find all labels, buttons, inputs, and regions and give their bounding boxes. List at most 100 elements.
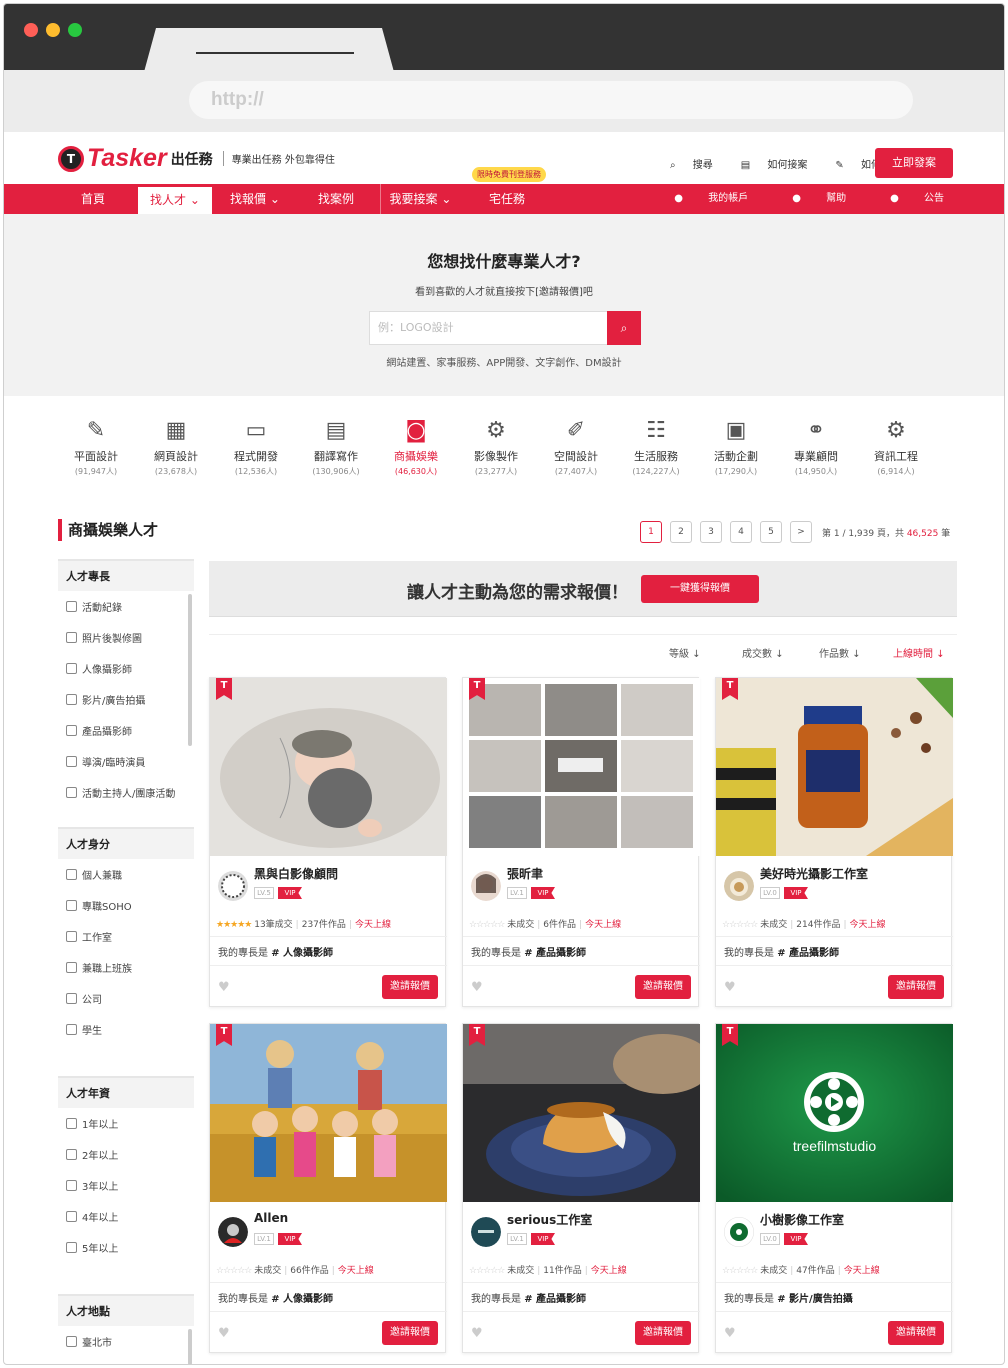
filter-option[interactable]: 導演/臨時演員 [58, 746, 194, 777]
filter-option[interactable]: 臺北市 [58, 1326, 194, 1357]
next-page-button[interactable]: > [790, 521, 812, 543]
checkbox[interactable] [66, 900, 77, 911]
checkbox[interactable] [66, 787, 77, 798]
filter-option[interactable]: 學生 [58, 1014, 194, 1045]
sort-deals[interactable]: 成交數 ↓ [742, 645, 784, 660]
filter-option[interactable]: 活動紀錄 [58, 591, 194, 622]
search-button[interactable]: ⌕ [607, 311, 641, 345]
checkbox[interactable] [66, 632, 77, 643]
invite-quote-button[interactable]: 邀請報價 [635, 975, 691, 999]
category-consultant[interactable]: ⚭ 專業顧問 (14,950人) [776, 414, 856, 477]
filter-option[interactable]: 照片後製修圖 [58, 622, 194, 653]
search-link[interactable]: ⌕ 搜尋 [670, 156, 727, 171]
filter-option[interactable]: 5年以上 [58, 1232, 194, 1263]
talent-name[interactable]: Allen [254, 1211, 288, 1225]
heart-icon[interactable]: ♥ [724, 980, 736, 995]
get-quote-button[interactable]: 一鍵獲得報價 [641, 575, 759, 603]
how-to-take-link[interactable]: ▤ 如何接案 [741, 156, 822, 171]
category-graphic-design[interactable]: ✎ 平面設計 (91,947人) [56, 414, 136, 477]
filter-option[interactable]: 3年以上 [58, 1170, 194, 1201]
url-input[interactable]: http:// [189, 81, 913, 119]
avatar[interactable] [724, 871, 754, 901]
portfolio-image[interactable]: T [463, 1024, 700, 1202]
checkbox[interactable] [66, 725, 77, 736]
talent-card[interactable]: T serious工作室 LV.1 VIP ☆☆☆☆☆ 未成交 | 11件作品 | 今天… [462, 1023, 700, 1353]
category-event[interactable]: ▣ 活動企劃 (17,290人) [696, 414, 776, 477]
page-4[interactable]: 4 [730, 521, 752, 543]
maximize-window-button[interactable] [68, 23, 82, 37]
page-3[interactable]: 3 [700, 521, 722, 543]
filter-option[interactable]: 影片/廣告拍攝 [58, 684, 194, 715]
filter-option[interactable]: 公司 [58, 983, 194, 1014]
category-web-design[interactable]: ▦ 網頁設計 (23,678人) [136, 414, 216, 477]
category-it-engineering[interactable]: ⚙ 資訊工程 (6,914人) [856, 414, 936, 477]
close-window-button[interactable] [24, 23, 38, 37]
filter-option[interactable]: 1年以上 [58, 1108, 194, 1139]
heart-icon[interactable]: ♥ [218, 1326, 230, 1341]
talent-name[interactable]: serious工作室 [507, 1211, 592, 1228]
minimize-window-button[interactable] [46, 23, 60, 37]
nav-find-quote[interactable]: 找報價 ⌄ [218, 184, 292, 214]
sort-online-time[interactable]: 上線時間 ↓ [893, 645, 945, 660]
page-1[interactable]: 1 [640, 521, 662, 543]
avatar[interactable] [724, 1217, 754, 1247]
portfolio-image[interactable]: treefilmstudio T [716, 1024, 953, 1202]
talent-card[interactable]: T 張昕聿 LV.1 VIP ☆☆☆☆☆ 未成交 | 6件作品 | 今天上線 我的專長是… [462, 677, 700, 1007]
checkbox[interactable] [66, 931, 77, 942]
talent-card[interactable]: T 黑與白影像顧問 LV.5 VIP ★★★★★ 13筆成交 | 237件作品 | 今天… [209, 677, 447, 1007]
avatar[interactable] [218, 871, 248, 901]
filter-option[interactable]: 2年以上 [58, 1139, 194, 1170]
checkbox[interactable] [66, 1242, 77, 1253]
category-video[interactable]: ⚙ 影像製作 (23,277人) [456, 414, 536, 477]
sort-level[interactable]: 等級 ↓ [669, 645, 701, 660]
filter-option[interactable]: 活動主持人/團康活動 [58, 777, 194, 808]
portfolio-image[interactable]: T [210, 678, 447, 856]
checkbox[interactable] [66, 962, 77, 973]
heart-icon[interactable]: ♥ [471, 1326, 483, 1341]
sort-works[interactable]: 作品數 ↓ [819, 645, 861, 660]
checkbox[interactable] [66, 993, 77, 1004]
checkbox[interactable] [66, 601, 77, 612]
invite-quote-button[interactable]: 邀請報價 [382, 975, 438, 999]
popular-tags[interactable]: 網站建置、家事服務、APP開發、文字創作、DM設計 [4, 354, 1004, 369]
heart-icon[interactable]: ♥ [218, 980, 230, 995]
category-translation[interactable]: ▤ 翻譯寫作 (130,906人) [296, 414, 376, 477]
checkbox[interactable] [66, 1180, 77, 1191]
checkbox[interactable] [66, 756, 77, 767]
talent-name[interactable]: 黑與白影像顧問 [254, 865, 338, 882]
category-life-service[interactable]: ☷ 生活服務 (124,227人) [616, 414, 696, 477]
category-programming[interactable]: ▭ 程式開發 (12,536人) [216, 414, 296, 477]
talent-card[interactable]: treefilmstudio T 小樹影像工作室 LV.0 VIP ☆☆☆☆☆ … [715, 1023, 953, 1353]
checkbox[interactable] [66, 869, 77, 880]
checkbox[interactable] [66, 1336, 77, 1347]
nav-take-job[interactable]: 我要接案 ⌄ [380, 184, 460, 214]
avatar[interactable] [471, 871, 501, 901]
invite-quote-button[interactable]: 邀請報價 [382, 1321, 438, 1345]
talent-card[interactable]: T 美好時光攝影工作室 LV.0 VIP ☆☆☆☆☆ 未成交 | 214件作品 | 今天… [715, 677, 953, 1007]
invite-quote-button[interactable]: 邀請報價 [635, 1321, 691, 1345]
talent-name[interactable]: 美好時光攝影工作室 [760, 865, 868, 882]
checkbox[interactable] [66, 663, 77, 674]
invite-quote-button[interactable]: 邀請報價 [888, 1321, 944, 1345]
my-account-link[interactable]: ● 我的帳戶 [652, 184, 748, 214]
nav-find-cases[interactable]: 找案例 [306, 184, 366, 214]
checkbox[interactable] [66, 694, 77, 705]
filter-scrollbar[interactable] [188, 1329, 192, 1364]
nav-home-task[interactable]: 宅任務 [476, 184, 538, 214]
nav-find-talent[interactable]: 找人才 ⌄ [138, 187, 212, 214]
invite-quote-button[interactable]: 邀請報價 [888, 975, 944, 999]
browser-tab[interactable] [144, 28, 394, 72]
portfolio-image[interactable]: T [463, 678, 700, 856]
site-logo[interactable]: T Tasker 出任務 專業出任務 外包靠得住 [58, 144, 335, 173]
page-2[interactable]: 2 [670, 521, 692, 543]
page-5[interactable]: 5 [760, 521, 782, 543]
talent-card[interactable]: T Allen LV.1 VIP ☆☆☆☆☆ 未成交 | 66件作品 | 今天上線 我的… [209, 1023, 447, 1353]
checkbox[interactable] [66, 1211, 77, 1222]
avatar[interactable] [218, 1217, 248, 1247]
category-interior[interactable]: ✐ 空間設計 (27,407人) [536, 414, 616, 477]
talent-name[interactable]: 小樹影像工作室 [760, 1211, 844, 1228]
filter-scrollbar[interactable] [188, 594, 192, 746]
help-link[interactable]: ● 幫助 [770, 184, 846, 214]
filter-option[interactable]: 兼職上班族 [58, 952, 194, 983]
filter-option[interactable]: 專職SOHO [58, 890, 194, 921]
